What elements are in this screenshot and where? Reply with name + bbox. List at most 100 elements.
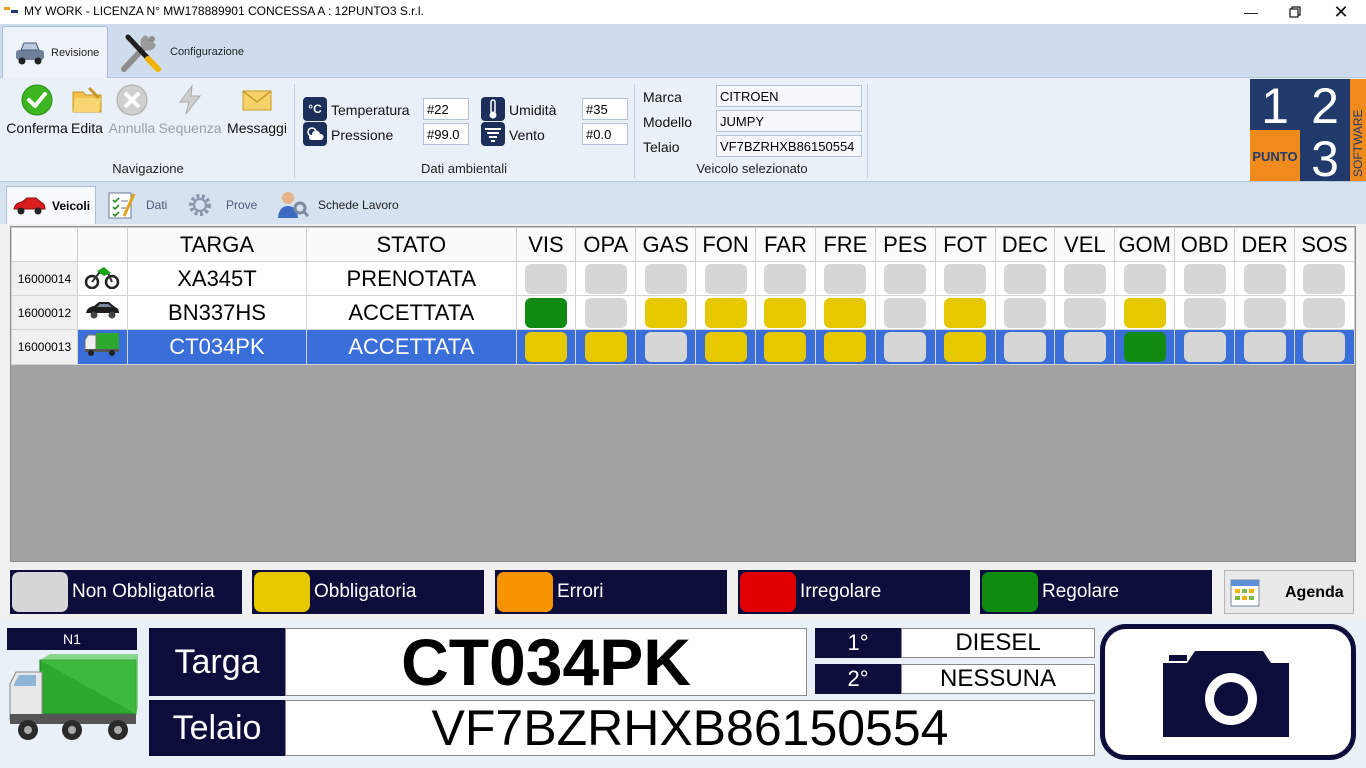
check-cell-der[interactable]: [1234, 329, 1295, 365]
modello-field[interactable]: JUMPY: [716, 110, 862, 132]
check-cell-fot[interactable]: [934, 261, 996, 296]
check-cell-gas[interactable]: [635, 295, 697, 330]
check-cell-der[interactable]: [1234, 295, 1295, 330]
check-cell-gom[interactable]: [1114, 329, 1176, 365]
check-cell-dec[interactable]: [994, 329, 1056, 365]
stato-cell[interactable]: ACCETTATA: [306, 295, 517, 330]
restore-icon[interactable]: [1272, 0, 1318, 24]
marca-field[interactable]: CITROEN: [716, 85, 862, 107]
stato-cell[interactable]: ACCETTATA: [306, 329, 517, 365]
check-cell-vel[interactable]: [1054, 295, 1116, 330]
check-cell-sos[interactable]: [1293, 295, 1356, 330]
tab-schede-lavoro[interactable]: Schede Lavoro: [276, 186, 406, 224]
agenda-button[interactable]: Agenda: [1224, 570, 1354, 614]
check-cell-pes[interactable]: [874, 261, 936, 296]
header-targa[interactable]: TARGA: [126, 227, 308, 262]
row-id-cell[interactable]: 16000014: [11, 261, 78, 296]
check-cell-fre[interactable]: [814, 261, 876, 296]
tab-configurazione[interactable]: Configurazione: [118, 26, 258, 78]
pressione-label: Pressione: [331, 127, 394, 143]
telaio-field[interactable]: VF7BZRHXB86150554: [716, 135, 862, 157]
header-gas[interactable]: GAS: [635, 227, 697, 262]
check-cell-fon[interactable]: [695, 295, 757, 330]
tab-veicoli-label: Veicoli: [52, 198, 91, 213]
header-gom[interactable]: GOM: [1114, 227, 1176, 262]
header-fre[interactable]: FRE: [814, 227, 876, 262]
table-row[interactable]: 16000014 XA345T PRENOTATA: [11, 261, 1356, 296]
targa-cell[interactable]: XA345T: [126, 261, 308, 296]
vehicle-type-cell[interactable]: [76, 295, 128, 330]
check-cell-der[interactable]: [1234, 261, 1295, 296]
check-cell-vel[interactable]: [1054, 329, 1116, 365]
check-cell-opa[interactable]: [575, 295, 637, 330]
pressione-field[interactable]: #99.0: [423, 123, 469, 145]
check-cell-obd[interactable]: [1174, 261, 1236, 296]
check-cell-fot[interactable]: [934, 295, 996, 330]
check-cell-obd[interactable]: [1174, 295, 1236, 330]
header-stato[interactable]: STATO: [306, 227, 517, 262]
tab-prove[interactable]: Prove: [186, 186, 268, 224]
tab-veicoli[interactable]: Veicoli: [6, 186, 96, 224]
vehicle-type-cell[interactable]: [76, 329, 128, 365]
check-cell-gas[interactable]: [635, 329, 697, 365]
check-cell-pes[interactable]: [874, 329, 936, 365]
header-vis[interactable]: VIS: [515, 227, 577, 262]
messaggi-button[interactable]: Messaggi: [223, 84, 291, 136]
temperatura-field[interactable]: #22: [423, 98, 469, 120]
close-icon[interactable]: ✕: [1318, 0, 1364, 24]
check-cell-fot[interactable]: [934, 329, 996, 365]
check-cell-fre[interactable]: [814, 329, 876, 365]
header-fon[interactable]: FON: [695, 227, 757, 262]
header-far[interactable]: FAR: [755, 227, 816, 262]
category-badge: N1: [7, 628, 137, 650]
check-cell-far[interactable]: [755, 261, 816, 296]
check-cell-dec[interactable]: [994, 261, 1056, 296]
minimize-icon[interactable]: —: [1228, 0, 1274, 24]
vehicle-type-cell[interactable]: [76, 261, 128, 296]
check-cell-fon[interactable]: [695, 329, 757, 365]
check-cell-fon[interactable]: [695, 261, 757, 296]
check-cell-sos[interactable]: [1293, 261, 1356, 296]
table-row[interactable]: 16000012 BN337HS ACCETTATA: [11, 295, 1356, 330]
header-sos[interactable]: SOS: [1293, 227, 1356, 262]
check-cell-dec[interactable]: [994, 295, 1056, 330]
header-fot[interactable]: FOT: [934, 227, 996, 262]
row-id-cell[interactable]: 16000013: [11, 329, 78, 365]
legend-errori: Errori: [495, 570, 727, 614]
targa-cell[interactable]: BN337HS: [126, 295, 308, 330]
header-dec[interactable]: DEC: [994, 227, 1056, 262]
check-cell-far[interactable]: [755, 295, 816, 330]
check-cell-vis[interactable]: [515, 261, 577, 296]
check-cell-obd[interactable]: [1174, 329, 1236, 365]
header-opa[interactable]: OPA: [575, 227, 637, 262]
header-obd[interactable]: OBD: [1174, 227, 1236, 262]
table-row[interactable]: 16000013 CT034PK ACCETTATA: [11, 329, 1356, 365]
check-cell-fre[interactable]: [814, 295, 876, 330]
status-indicator: [944, 332, 987, 362]
status-indicator: [524, 263, 567, 294]
sequenza-button[interactable]: Sequenza: [156, 84, 224, 136]
check-cell-vel[interactable]: [1054, 261, 1116, 296]
umidita-field[interactable]: #35: [582, 98, 628, 120]
tab-dati[interactable]: Dati: [106, 186, 186, 224]
check-cell-gom[interactable]: [1114, 295, 1176, 330]
check-cell-opa[interactable]: [575, 261, 637, 296]
tab-revisione[interactable]: Revisione: [2, 26, 108, 78]
check-cell-gom[interactable]: [1114, 261, 1176, 296]
stato-cell[interactable]: PRENOTATA: [306, 261, 517, 296]
check-cell-gas[interactable]: [635, 261, 697, 296]
check-cell-vis[interactable]: [515, 295, 577, 330]
vento-field[interactable]: #0.0: [582, 123, 628, 145]
targa-cell[interactable]: CT034PK: [126, 329, 308, 365]
check-cell-far[interactable]: [755, 329, 816, 365]
row-id-cell[interactable]: 16000012: [11, 295, 78, 330]
header-vel[interactable]: VEL: [1054, 227, 1116, 262]
check-cell-pes[interactable]: [874, 295, 936, 330]
header-der[interactable]: DER: [1234, 227, 1295, 262]
check-cell-sos[interactable]: [1293, 329, 1356, 365]
check-cell-vis[interactable]: [515, 329, 577, 365]
header-pes[interactable]: PES: [874, 227, 936, 262]
camera-button[interactable]: [1100, 624, 1356, 760]
check-cell-opa[interactable]: [575, 329, 637, 365]
status-indicator: [824, 297, 867, 328]
